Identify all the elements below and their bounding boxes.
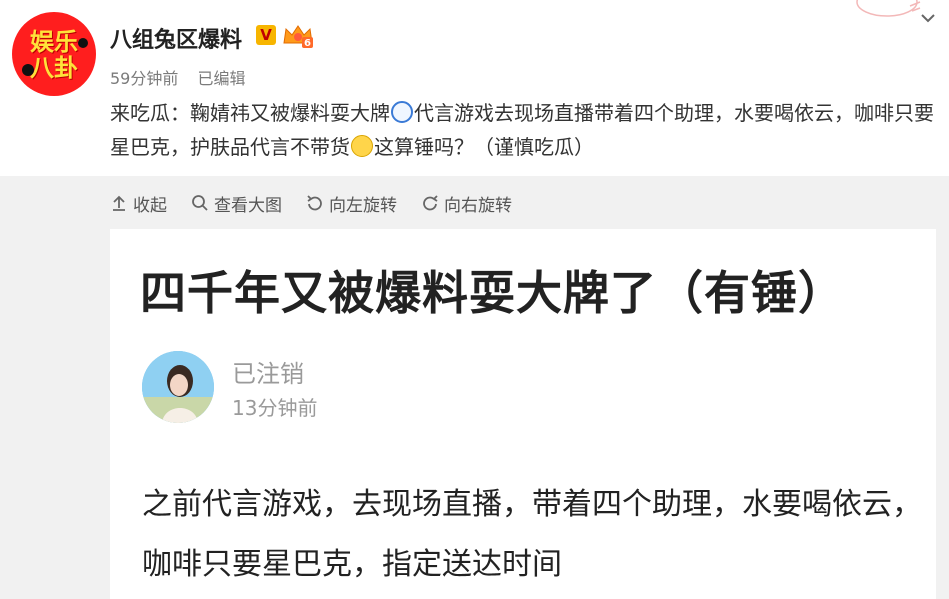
magnifier-icon	[192, 195, 208, 211]
image-toolbar: 收起 查看大图 向左旋转 向右旋转	[110, 190, 536, 216]
post-text: 来吃瓜：鞠婧祎又被爆料耍大牌 代言游戏去现场直播带着四个助理，水要喝依云，咖啡只要…	[110, 96, 938, 164]
avatar-dot-icon	[22, 64, 34, 76]
doraemon-emoji-icon	[391, 101, 413, 123]
post-time[interactable]: 59分钟前	[110, 69, 178, 88]
view-large-button[interactable]: 查看大图	[191, 190, 282, 216]
level-crown-icon: 6	[283, 25, 313, 49]
author-photo	[142, 351, 214, 423]
collapse-button[interactable]: 收起	[110, 190, 167, 216]
avatar[interactable]: 娱乐 八卦	[12, 12, 96, 96]
view-large-label: 查看大图	[214, 195, 282, 216]
verified-badge-icon: V	[256, 25, 276, 45]
image-author-name: 已注销	[232, 360, 304, 388]
edited-label: 已编辑	[197, 69, 246, 88]
weibo-post-header: 娱乐 八卦 八组兔区爆料 V 6 59分钟前 已编辑 来吃瓜：鞠婧祎又被爆料耍大…	[0, 0, 949, 176]
post-text-part-3: 这算锤吗？（谨慎吃瓜）	[374, 135, 594, 159]
collapse-up-icon	[113, 195, 125, 211]
author-name[interactable]: 八组兔区爆料	[110, 22, 242, 54]
thinking-face-emoji-icon	[351, 135, 373, 157]
rotate-left-icon	[307, 195, 322, 211]
avatar-dot-icon	[78, 38, 88, 48]
watermark-stamp-icon	[856, 0, 921, 17]
post-text-part-1: 来吃瓜：鞠婧祎又被爆料耍大牌	[110, 101, 390, 125]
post-meta: 59分钟前 已编辑	[110, 65, 259, 89]
article-title: 四千年又被爆料耍大牌了（有锤）	[140, 266, 845, 320]
level-number: 6	[304, 38, 311, 49]
rotate-right-label: 向右旋转	[444, 195, 512, 216]
article-body: 之前代言游戏，去现场直播，带着四个助理，水要喝依云，咖啡只要星巴克，指定送达时间	[142, 487, 922, 582]
rotate-right-icon	[423, 195, 438, 211]
media-panel: 收起 查看大图 向左旋转 向右旋转 四千年又被爆料耍大牌了（有锤） 已注销 13…	[0, 176, 949, 599]
rotate-right-button[interactable]: 向右旋转	[421, 190, 512, 216]
rotate-left-label: 向左旋转	[329, 195, 397, 216]
post-image[interactable]: 四千年又被爆料耍大牌了（有锤） 已注销 13分钟前 之前代言游戏，去现场直播，带…	[110, 229, 936, 599]
collapse-label: 收起	[133, 195, 167, 216]
image-author-time: 13分钟前	[232, 396, 318, 420]
chevron-down-icon[interactable]	[918, 8, 938, 28]
rotate-left-button[interactable]: 向左旋转	[306, 190, 397, 216]
